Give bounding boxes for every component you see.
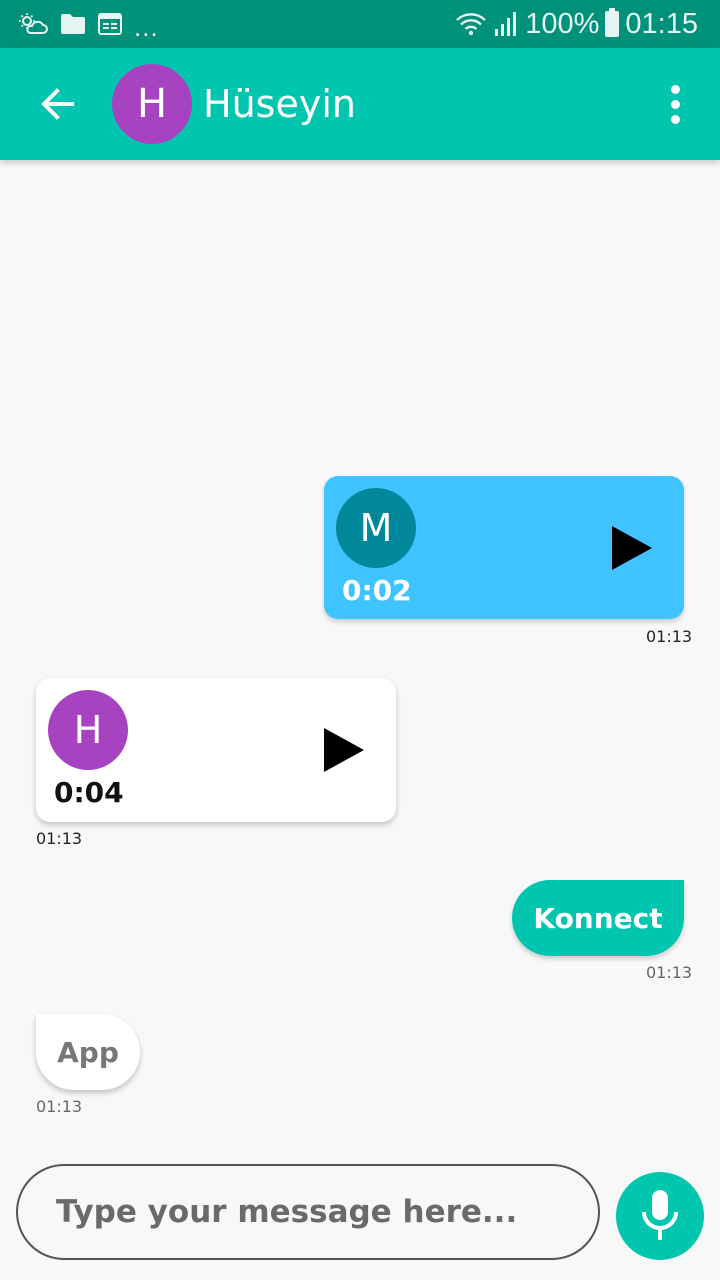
microphone-icon <box>642 1190 678 1240</box>
calendar-icon <box>98 13 122 35</box>
voice-duration: 0:02 <box>342 574 412 607</box>
status-bar-notifications: ... <box>18 10 159 42</box>
folder-icon <box>61 14 85 34</box>
contact-name[interactable]: Hüseyin <box>203 78 356 130</box>
back-button[interactable] <box>28 74 88 134</box>
more-options-button[interactable] <box>656 78 694 130</box>
play-icon[interactable] <box>610 524 654 572</box>
status-bar: ... 100% 01:15 <box>0 0 720 48</box>
outgoing-text-message[interactable]: Konnect <box>512 880 684 956</box>
more-vert-icon <box>670 84 680 94</box>
outgoing-voice-message[interactable]: M 0:02 <box>324 476 684 619</box>
wifi-icon <box>456 13 487 36</box>
contact-avatar[interactable]: H <box>112 64 192 144</box>
voice-duration: 0:04 <box>54 776 124 809</box>
more-notifications-indicator: ... <box>134 12 159 42</box>
message-timestamp: 01:13 <box>646 963 693 982</box>
chat-header: H Hüseyin <box>0 48 720 160</box>
record-voice-button[interactable] <box>616 1172 704 1260</box>
battery-percentage: 100% <box>525 7 600 40</box>
incoming-voice-message[interactable]: H 0:04 <box>36 678 396 822</box>
message-input[interactable] <box>16 1164 600 1260</box>
status-bar-system: 100% 01:15 <box>455 6 698 42</box>
message-timestamp: 01:13 <box>36 829 83 848</box>
status-time: 01:15 <box>625 7 698 40</box>
sender-avatar: M <box>336 488 416 568</box>
sender-avatar: H <box>48 690 128 770</box>
weather-icon <box>19 13 48 34</box>
signal-icon <box>495 12 517 36</box>
message-timestamp: 01:13 <box>646 627 693 646</box>
incoming-text-message[interactable]: App <box>36 1014 140 1090</box>
message-timestamp: 01:13 <box>36 1097 83 1116</box>
back-arrow-icon <box>41 88 74 120</box>
play-icon[interactable] <box>322 726 366 774</box>
battery-icon <box>605 8 620 37</box>
